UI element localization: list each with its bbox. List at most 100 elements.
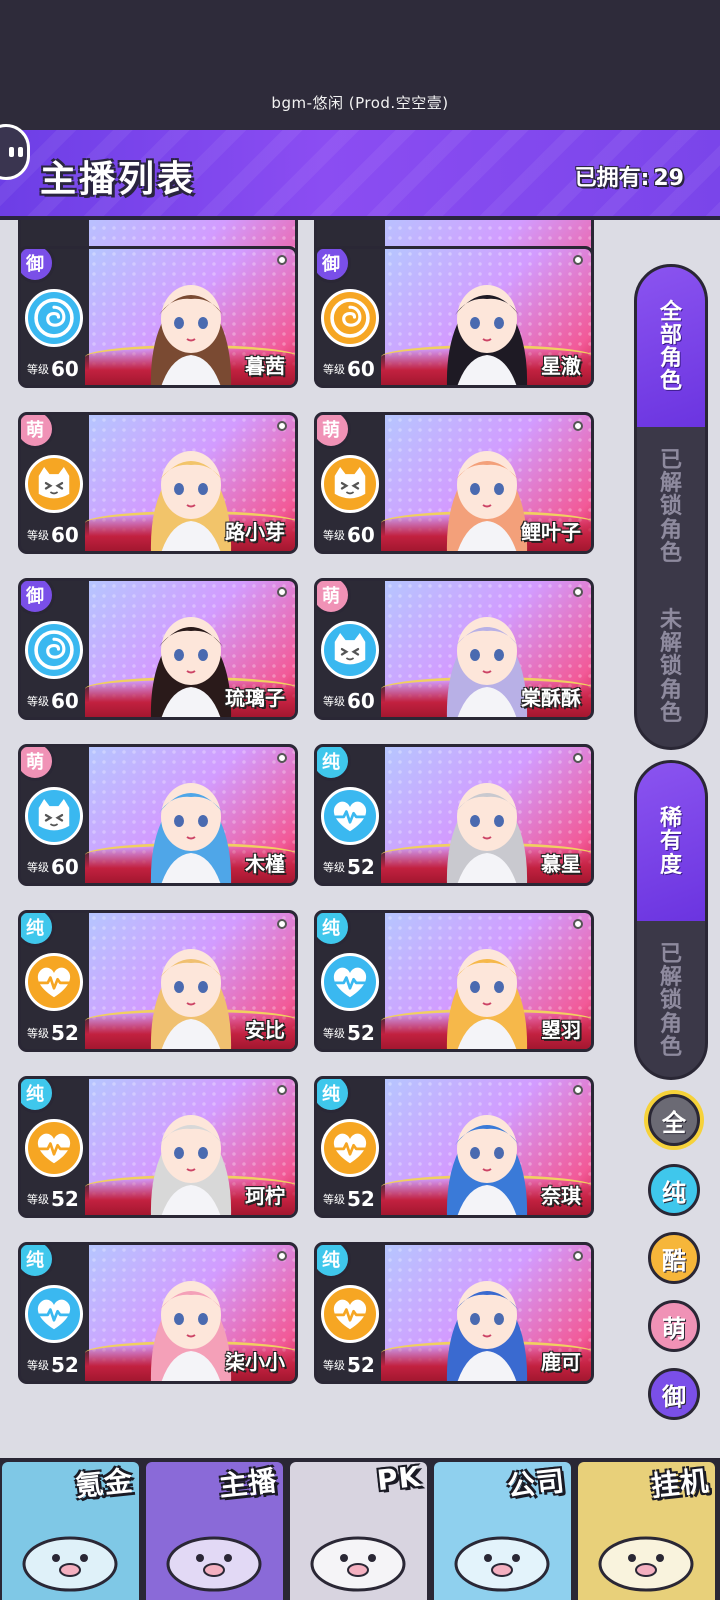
character-card[interactable]: 萌等级 60 鲤叶子: [314, 412, 594, 554]
attribute-badge: 纯: [317, 913, 351, 947]
character-portrait: [427, 755, 547, 883]
nav-idle-button[interactable]: 挂机: [576, 1458, 720, 1600]
filter-all-characters[interactable]: 全部角色: [637, 267, 705, 427]
nav-illustration-icon: [154, 1504, 274, 1594]
nav-recharge-button[interactable]: 氪金: [0, 1458, 144, 1600]
character-card[interactable]: 御等级 60 琉璃子: [18, 578, 298, 720]
level-label: 等级: [323, 861, 345, 874]
character-card[interactable]: 纯等级 52 安比: [18, 910, 298, 1052]
level-value: 60: [51, 523, 79, 547]
level-value: 60: [347, 523, 375, 547]
level-value: 52: [51, 1187, 79, 1211]
heart-type-icon: [321, 1285, 379, 1343]
cat-type-icon: [321, 621, 379, 679]
character-card[interactable]: 萌等级 60 路小芽: [18, 412, 298, 554]
cat-type-icon: [321, 455, 379, 513]
character-name: 鲤叶子: [521, 520, 581, 544]
card-status-dot-icon: [573, 1251, 583, 1261]
level-label: 等级: [27, 363, 49, 376]
level-value: 52: [347, 1021, 375, 1045]
attribute-badge: 纯: [317, 1079, 351, 1113]
level-value: 60: [51, 689, 79, 713]
nav-label: 公司: [505, 1464, 567, 1503]
heart-type-icon: [25, 1119, 83, 1177]
attribute-badge: 御: [317, 249, 351, 283]
bottom-navigation: 氪金 主播 PK 公司 挂机: [0, 1458, 720, 1600]
level-value: 60: [51, 855, 79, 879]
rarity-filter-button[interactable]: 全: [648, 1094, 700, 1146]
cat-type-icon: [25, 787, 83, 845]
owned-label: 已拥有:: [574, 166, 650, 191]
character-name: 慕星: [541, 852, 581, 876]
character-card[interactable]: 御等级 60 暮茜: [18, 246, 298, 388]
rose-type-icon: [25, 289, 83, 347]
character-portrait: [427, 921, 547, 1049]
streamer-list[interactable]: 御等级 60 暮茜御等级 60 星澈萌等级 60 路小芽萌等级 60 鲤叶子御等级 60 琉璃子萌等…: [0, 220, 620, 1420]
level-label: 等级: [27, 861, 49, 874]
owned-count: 已拥有: 29: [571, 160, 684, 192]
rarity-filter-button[interactable]: 萌: [648, 1300, 700, 1352]
attribute-badge: 萌: [21, 415, 55, 449]
heart-type-icon: [321, 953, 379, 1011]
heart-type-icon: [321, 787, 379, 845]
card-status-dot-icon: [573, 1085, 583, 1095]
card-status-dot-icon: [573, 753, 583, 763]
nav-illustration-icon: [298, 1504, 418, 1594]
nav-company-button[interactable]: 公司: [432, 1458, 576, 1600]
level-value: 60: [347, 357, 375, 381]
character-portrait: [131, 257, 251, 385]
rarity-filter-button[interactable]: 御: [648, 1368, 700, 1420]
level-value: 60: [347, 689, 375, 713]
filter-unlocked-characters-2[interactable]: 已解锁角色: [637, 921, 705, 1077]
character-card[interactable]: 纯等级 52 鹿可: [314, 1242, 594, 1384]
cat-type-icon: [25, 455, 83, 513]
character-name: 棠酥酥: [521, 686, 581, 710]
nav-illustration-icon: [442, 1504, 562, 1594]
nav-pk-button[interactable]: PK: [288, 1458, 432, 1600]
character-name: 鹿可: [541, 1350, 581, 1374]
character-name: 安比: [245, 1018, 285, 1042]
level-label: 等级: [323, 1027, 345, 1040]
level-value: 60: [51, 357, 79, 381]
card-status-dot-icon: [277, 255, 287, 265]
nav-streamer-button[interactable]: 主播: [144, 1458, 288, 1600]
character-card[interactable]: 纯等级 52 慕星: [314, 744, 594, 886]
level-value: 52: [51, 1021, 79, 1045]
character-name: 琉璃子: [225, 686, 285, 710]
character-portrait: [427, 1087, 547, 1215]
character-card[interactable]: 纯等级 52 奈琪: [314, 1076, 594, 1218]
character-card[interactable]: 纯等级 52 珂柠: [18, 1076, 298, 1218]
character-card[interactable]: 纯等级 52 柒小小: [18, 1242, 298, 1384]
rarity-filter-button[interactable]: 纯: [648, 1164, 700, 1216]
level-label: 等级: [323, 695, 345, 708]
filter-panel-unlock: 全部角色 已解锁角色 未解锁角色: [634, 264, 708, 750]
filter-locked-characters[interactable]: 未解锁角色: [637, 587, 705, 747]
nav-label: 挂机: [649, 1464, 711, 1503]
heart-type-icon: [25, 1285, 83, 1343]
card-status-dot-icon: [573, 421, 583, 431]
character-name: 木槿: [245, 852, 285, 876]
character-card[interactable]: 御等级 60 星澈: [314, 246, 594, 388]
heart-type-icon: [25, 953, 83, 1011]
level-label: 等级: [323, 1359, 345, 1372]
level-label: 等级: [27, 695, 49, 708]
level-label: 等级: [27, 1193, 49, 1206]
rose-type-icon: [321, 289, 379, 347]
card-status-dot-icon: [573, 587, 583, 597]
nav-label: 氪金: [73, 1464, 135, 1503]
attribute-badge: 纯: [317, 1245, 351, 1279]
character-card[interactable]: 萌等级 60 木槿: [18, 744, 298, 886]
character-card[interactable]: 纯等级 52 曌羽: [314, 910, 594, 1052]
character-name: 星澈: [541, 354, 581, 378]
character-card[interactable]: 萌等级 60 棠酥酥: [314, 578, 594, 720]
level-label: 等级: [27, 1359, 49, 1372]
rarity-filter-button[interactable]: 酷: [648, 1232, 700, 1284]
attribute-badge: 萌: [317, 415, 351, 449]
level-value: 52: [51, 1353, 79, 1377]
filter-unlocked-characters[interactable]: 已解锁角色: [637, 427, 705, 587]
character-name: 柒小小: [225, 1350, 285, 1374]
header-bar: 主播列表 已拥有: 29: [0, 130, 720, 220]
attribute-badge: 御: [21, 581, 55, 615]
card-status-dot-icon: [277, 919, 287, 929]
filter-rarity[interactable]: 稀有度: [637, 763, 705, 921]
